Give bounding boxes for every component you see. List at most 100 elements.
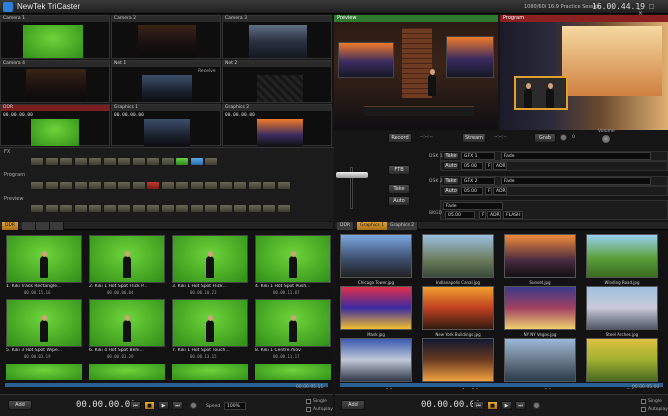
pgm-row-source-button[interactable]: [204, 181, 218, 190]
bkgd-flag-f[interactable]: F: [479, 211, 486, 219]
pvw-row-source-button[interactable]: [30, 204, 44, 213]
dsk-1-source-select[interactable]: GFX 1: [461, 152, 495, 160]
pgm-row-source-button[interactable]: [218, 181, 233, 190]
input-monitor-net-2[interactable]: Net 2: [222, 60, 332, 103]
left-stop-button[interactable]: ■: [144, 401, 155, 410]
pvw-row-source-button[interactable]: [247, 204, 262, 213]
grab-settings-gear-icon[interactable]: [560, 134, 567, 141]
fx-row-source-button[interactable]: [160, 157, 175, 166]
take-button[interactable]: Take: [388, 184, 410, 194]
pvw-row-source-button[interactable]: [73, 204, 88, 213]
graphic-item[interactable]: Winding Road.jpg: [586, 234, 658, 286]
input-monitor-graphics-1[interactable]: Graphics 1 00.00.00.00: [111, 104, 221, 146]
right-add-button[interactable]: Add: [341, 400, 365, 410]
right-prev-button[interactable]: ⏮: [473, 401, 484, 410]
fx-row-source-button[interactable]: [131, 157, 146, 166]
dsk-2-flag-f[interactable]: F: [485, 187, 492, 195]
grab-button[interactable]: Grab: [534, 133, 556, 143]
pgm-row-source-button[interactable]: [262, 181, 276, 190]
fx-row-source-button[interactable]: [189, 157, 204, 166]
pvw-row-source-button[interactable]: [276, 204, 291, 213]
input-monitor-ddr[interactable]: DDR 00.00.00.00: [0, 104, 110, 146]
t-bar-handle[interactable]: [336, 172, 368, 178]
pvw-row-source-button[interactable]: [146, 204, 160, 213]
pvw-row-source-button[interactable]: [175, 204, 189, 213]
pgm-row-source-button[interactable]: [233, 181, 247, 190]
dsk-2-source-select[interactable]: GFX 2: [461, 177, 495, 185]
input-monitor-net-1[interactable]: Net 1 Receive: [111, 60, 221, 103]
right-play-button[interactable]: ▶: [501, 401, 512, 410]
bkgd-effect-select[interactable]: Fade: [443, 202, 503, 210]
pgm-row-source-button[interactable]: [189, 181, 204, 190]
dsk-2-flag-adr[interactable]: ADR: [493, 187, 507, 195]
graphic-item[interactable]: Chicago Tower.jpg: [340, 234, 412, 286]
fx-row-source-button[interactable]: [44, 157, 59, 166]
pvw-row-source-button[interactable]: [204, 204, 218, 213]
preview-monitor[interactable]: [334, 22, 498, 130]
left-next-button[interactable]: ⏭: [172, 401, 183, 410]
pgm-row-source-button[interactable]: [276, 181, 291, 190]
left-autoplay-checkbox[interactable]: [306, 407, 311, 412]
dsk-2-auto-button[interactable]: Auto: [443, 187, 459, 195]
dsk-1-take-button[interactable]: Take: [443, 152, 459, 160]
auto-button[interactable]: Auto: [388, 196, 410, 206]
pgm-row-source-button[interactable]: [175, 181, 189, 190]
fx-row-source-button[interactable]: [73, 157, 88, 166]
left-clip-settings-gear-icon[interactable]: [190, 402, 197, 409]
graphic-item[interactable]: NY NY Vegas.jpg: [504, 286, 576, 338]
clip-item[interactable]: 5. Kiki 3 Hot Spot Wipe... 00.00.03.19: [6, 299, 82, 359]
clip-thumbnail-partial[interactable]: [172, 364, 248, 380]
pvw-row-source-button[interactable]: [262, 204, 276, 213]
left-speed-value[interactable]: 100%: [224, 402, 246, 410]
pvw-row-source-button[interactable]: [233, 204, 247, 213]
tab-blank-1[interactable]: [22, 222, 36, 230]
fx-row-source-button[interactable]: [59, 157, 73, 166]
fx-row-source-button[interactable]: [117, 157, 131, 166]
pgm-row-source-button[interactable]: [44, 181, 59, 190]
clip-item[interactable]: 2. Kiki 1 Hot Spot Flick P... 00.00.06.04: [89, 235, 165, 295]
pvw-row-source-button[interactable]: [131, 204, 146, 213]
clip-item[interactable]: 8. Kiki 1 Centre.mov 00.00.11.17: [255, 299, 331, 359]
right-scrubber[interactable]: [339, 382, 664, 388]
graphic-item[interactable]: Indianapolis Canal.jpg: [422, 234, 494, 286]
clip-thumbnail-partial[interactable]: [255, 364, 331, 380]
right-autoplay-checkbox[interactable]: [641, 407, 646, 412]
clip-item[interactable]: 4. Kiki 1 Hot Spot Push... 00.00.11.07: [255, 235, 331, 295]
input-monitor-camera-1[interactable]: Camera 1: [0, 15, 110, 59]
tab-ddr-right[interactable]: DDR: [337, 222, 355, 230]
pgm-row-source-button[interactable]: [102, 181, 117, 190]
pvw-row-source-button[interactable]: [160, 204, 175, 213]
pvw-row-source-button[interactable]: [88, 204, 102, 213]
bkgd-flag-flash[interactable]: FLASH: [503, 211, 523, 219]
clip-item[interactable]: 7. Kiki 1 Hot Spot Touch... 00.00.13.15: [172, 299, 248, 359]
pgm-row-source-button[interactable]: [117, 181, 131, 190]
right-clip-settings-gear-icon[interactable]: [533, 402, 540, 409]
left-play-button[interactable]: ▶: [158, 401, 169, 410]
clip-item[interactable]: 3. Kiki 1 Hot Spot Flick... 00.00.10.23: [172, 235, 248, 295]
dsk-2-take-button[interactable]: Take: [443, 177, 459, 185]
dsk-1-flag-adr[interactable]: ADR: [493, 162, 507, 170]
input-monitor-camera-2[interactable]: Camera 2: [111, 15, 221, 59]
pgm-row-source-button[interactable]: [88, 181, 102, 190]
clip-thumbnail-partial[interactable]: [6, 364, 82, 380]
tab-blank-3[interactable]: [50, 222, 64, 230]
input-monitor-camera-3[interactable]: Camera 3: [222, 15, 332, 59]
program-monitor[interactable]: [500, 22, 668, 130]
clip-item[interactable]: 1. Kiki Track Rectangle... 00.00.15.16: [6, 235, 82, 295]
clip-item[interactable]: 6. Kiki 4 Hot Spot Behi... 00.00.03.29: [89, 299, 165, 359]
tab-graphics-1[interactable]: Graphics 1: [357, 222, 389, 230]
record-button[interactable]: Record: [388, 133, 412, 143]
right-stop-button[interactable]: ■: [487, 401, 498, 410]
pvw-row-source-button[interactable]: [218, 204, 233, 213]
dsk-1-speed[interactable]: 05.00: [461, 162, 483, 170]
fx-row-source-button[interactable]: [102, 157, 117, 166]
pgm-row-source-button[interactable]: [131, 181, 146, 190]
dsk-2-speed[interactable]: 05.00: [461, 187, 483, 195]
fx-row-source-button[interactable]: [30, 157, 44, 166]
dsk-1-auto-button[interactable]: Auto: [443, 162, 459, 170]
ftb-button[interactable]: FTB: [388, 165, 410, 175]
pvw-row-source-button[interactable]: [189, 204, 204, 213]
dsk-1-effect-select[interactable]: Fade: [501, 152, 651, 160]
pvw-row-source-button[interactable]: [44, 204, 59, 213]
pgm-row-source-button[interactable]: [59, 181, 73, 190]
